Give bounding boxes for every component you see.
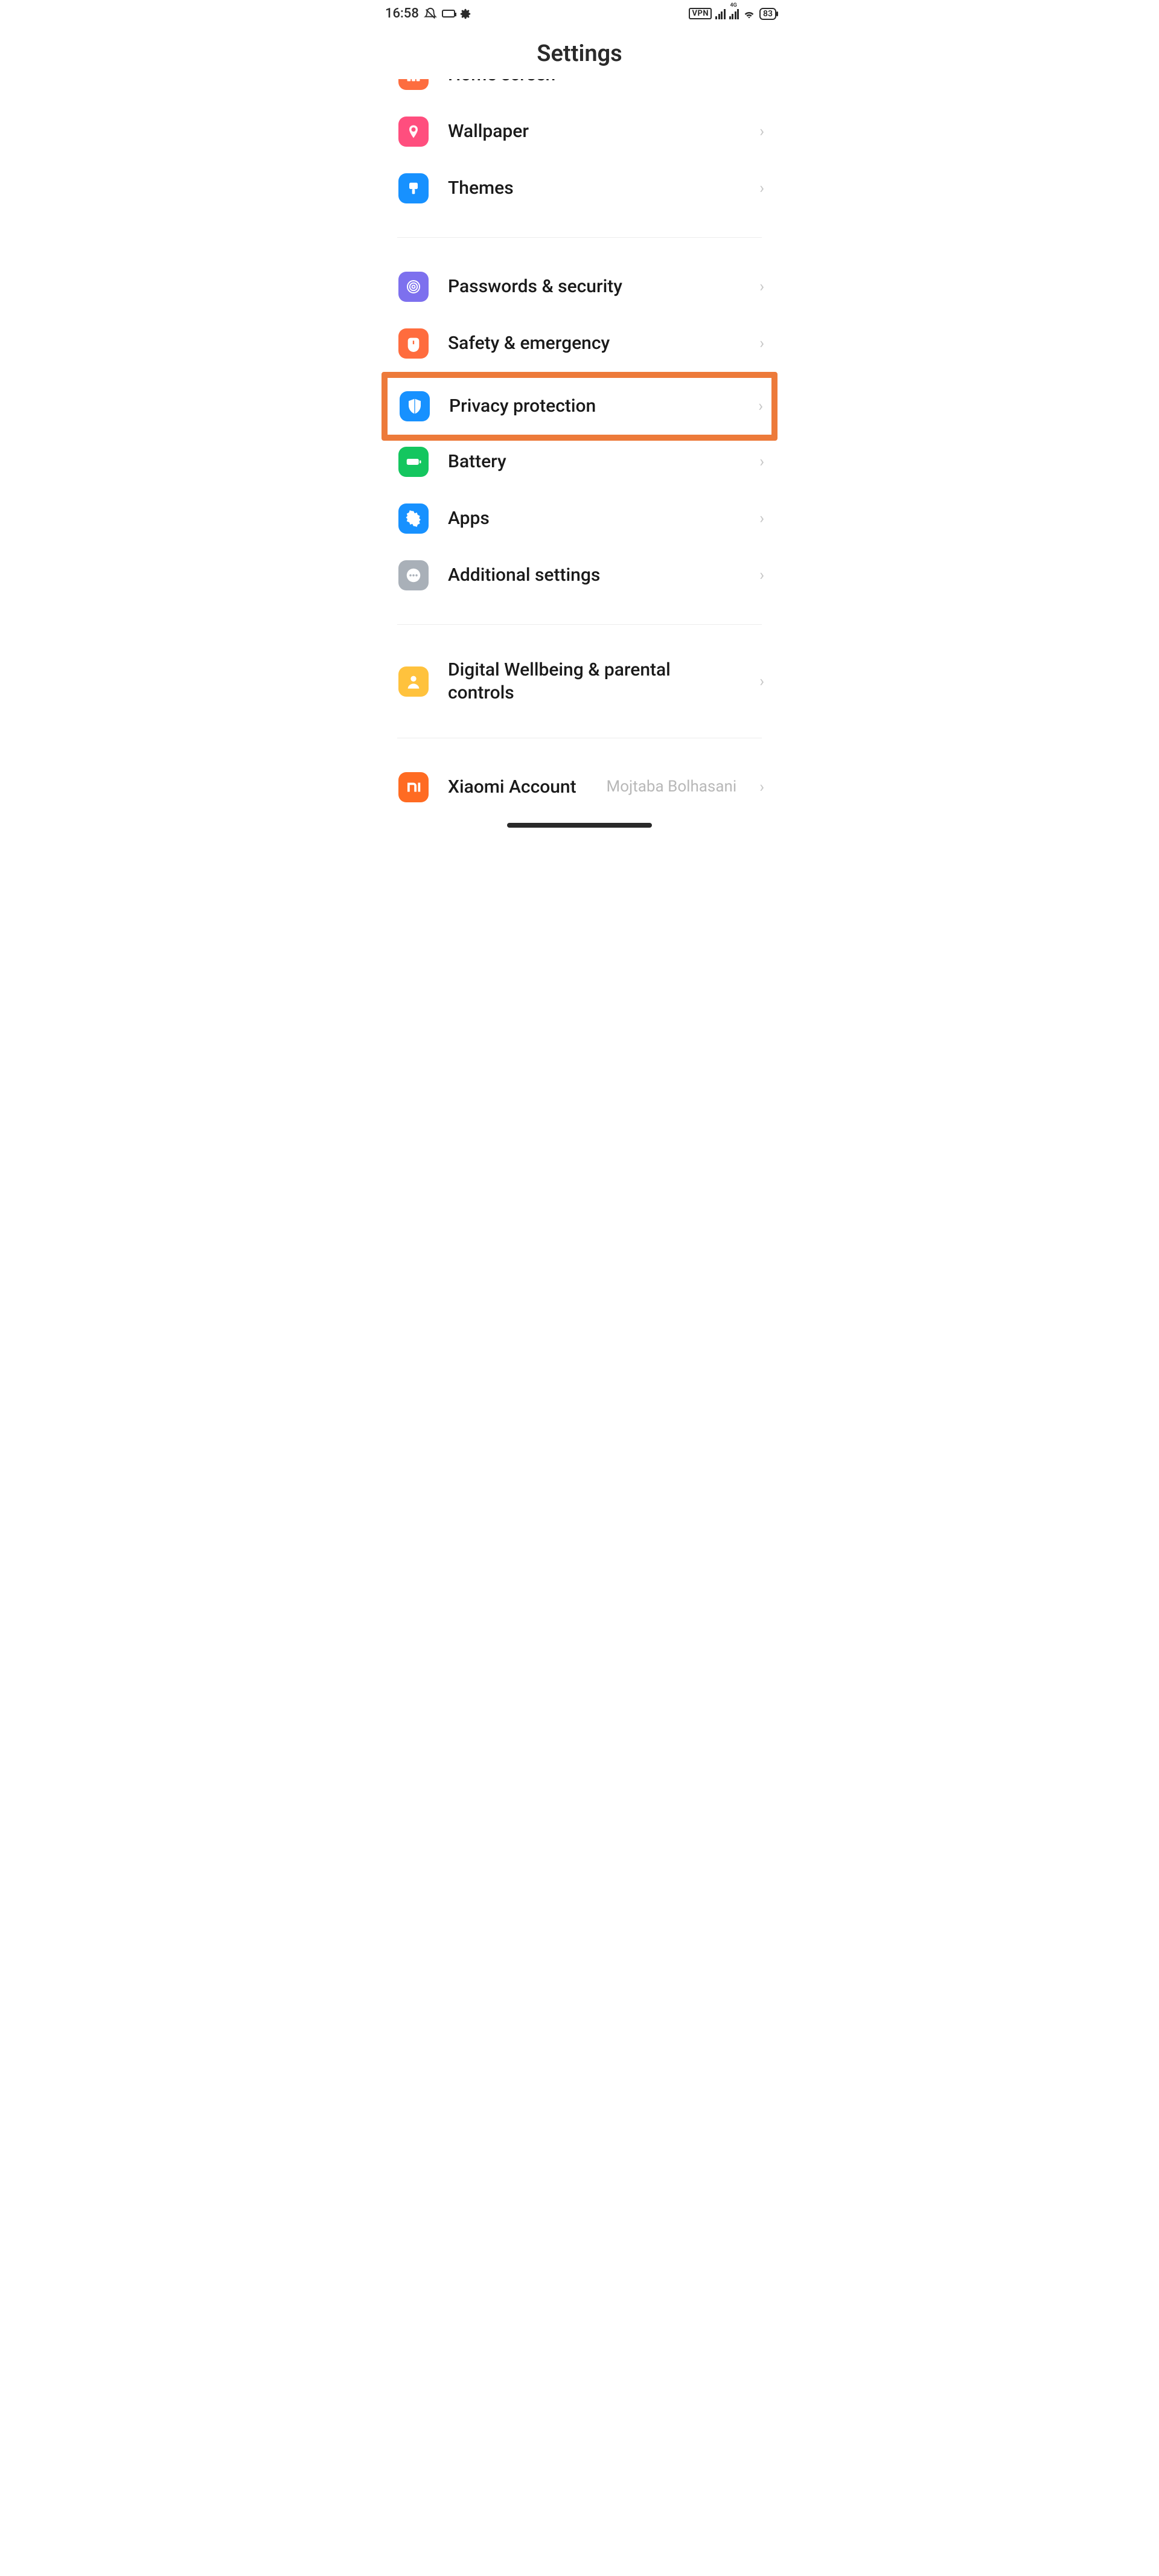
settings-item-additional-settings[interactable]: Additional settings ›	[368, 547, 791, 604]
settings-item-apps[interactable]: Apps ›	[368, 490, 791, 547]
settings-item-home-screen-cutoff[interactable]: Home screen ›	[368, 79, 791, 103]
privacy-label: Privacy protection	[449, 395, 739, 418]
themes-icon	[398, 173, 429, 203]
settings-item-digital-wellbeing[interactable]: Digital Wellbeing & parental controls ›	[368, 645, 791, 717]
status-right: VPN 83	[689, 7, 776, 21]
dnd-icon	[424, 7, 437, 21]
battery-indicator: 83	[759, 8, 776, 20]
fingerprint-icon	[398, 272, 429, 302]
chevron-right-icon: ›	[759, 278, 764, 296]
settings-item-xiaomi-account[interactable]: Xiaomi Account Mojtaba Bolhasani ›	[368, 759, 791, 816]
status-time: 16:58	[385, 6, 419, 21]
chevron-right-icon: ›	[759, 778, 764, 796]
apps-gear-icon	[398, 503, 429, 534]
divider	[397, 237, 762, 238]
wellbeing-icon	[398, 666, 429, 697]
chevron-right-icon: ›	[759, 179, 764, 197]
mi-logo-icon	[398, 772, 429, 802]
xiaomi-account-value: Mojtaba Bolhasani	[607, 778, 737, 796]
page-title: Settings	[368, 24, 791, 79]
settings-item-passwords-security[interactable]: Passwords & security ›	[368, 258, 791, 315]
more-icon	[398, 560, 429, 590]
home-screen-label: Home screen	[448, 79, 740, 86]
highlighted-item: Privacy protection ›	[382, 372, 777, 441]
home-screen-icon	[398, 79, 429, 90]
additional-label: Additional settings	[448, 564, 740, 587]
safety-label: Safety & emergency	[448, 332, 740, 355]
settings-item-safety-emergency[interactable]: Safety & emergency ›	[368, 315, 791, 372]
cellular-4g-signal-icon	[729, 8, 739, 19]
privacy-shield-icon	[400, 391, 430, 421]
wellbeing-label: Digital Wellbeing & parental controls	[448, 659, 740, 704]
xiaomi-label: Xiaomi Account	[448, 776, 587, 799]
themes-label: Themes	[448, 177, 740, 200]
apps-label: Apps	[448, 507, 740, 530]
battery-label: Battery	[448, 450, 740, 473]
divider	[397, 624, 762, 625]
settings-item-themes[interactable]: Themes ›	[368, 160, 791, 217]
status-bar: 16:58 VPN 83	[368, 0, 791, 24]
battery-small-icon	[442, 10, 455, 18]
chevron-right-icon: ›	[759, 453, 764, 471]
chevron-right-icon: ›	[759, 566, 764, 584]
chevron-right-icon: ›	[759, 510, 764, 528]
settings-list: Home screen › Wallpaper › Themes › Passw…	[368, 79, 791, 816]
passwords-label: Passwords & security	[448, 275, 740, 298]
settings-item-privacy-protection[interactable]: Privacy protection ›	[388, 378, 771, 435]
navigation-handle[interactable]	[507, 823, 652, 828]
wifi-icon	[742, 7, 756, 21]
cellular-signal-icon	[715, 8, 726, 19]
chevron-right-icon: ›	[759, 673, 764, 691]
settings-item-wallpaper[interactable]: Wallpaper ›	[368, 103, 791, 160]
chevron-right-icon: ›	[759, 79, 764, 84]
wallpaper-label: Wallpaper	[448, 120, 740, 143]
status-left: 16:58	[385, 6, 471, 21]
chevron-right-icon: ›	[758, 397, 763, 415]
battery-icon	[398, 447, 429, 477]
vpn-indicator: VPN	[689, 8, 712, 19]
chevron-right-icon: ›	[759, 334, 764, 353]
settings-item-battery[interactable]: Battery ›	[368, 441, 791, 490]
safety-icon	[398, 328, 429, 359]
chevron-right-icon: ›	[759, 123, 764, 141]
wallpaper-icon	[398, 117, 429, 147]
gear-icon	[460, 8, 471, 19]
